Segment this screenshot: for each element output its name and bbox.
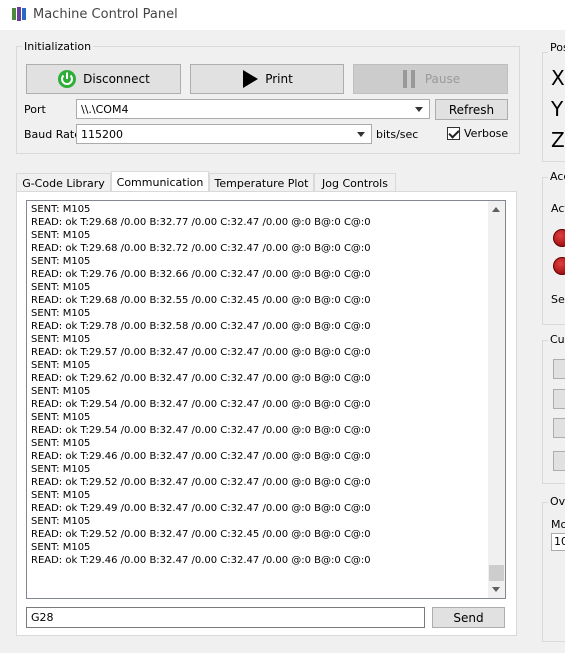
log-line: SENT: M105	[31, 360, 91, 371]
log-line: SENT: M105	[31, 204, 91, 215]
pause-label: Pause	[424, 72, 461, 86]
log-line: READ: ok T:29.52 /0.00 B:32.47 /0.00 C:3…	[31, 529, 371, 540]
command-input[interactable]: G28	[26, 607, 425, 628]
tab-gcode-library[interactable]: G-Code Library	[16, 173, 111, 192]
log-line: READ: ok T:29.57 /0.00 B:32.47 /0.00 C:3…	[31, 347, 371, 358]
accessories-title: Acc	[548, 170, 565, 183]
log-line: SENT: M105	[31, 386, 91, 397]
baud-rate-value: 115200	[81, 128, 123, 141]
log-line: READ: ok T:29.76 /0.00 B:32.66 /0.00 C:3…	[31, 269, 371, 280]
log-line: READ: ok T:29.62 /0.00 B:32.47 /0.00 C:3…	[31, 373, 371, 384]
custom-button-4[interactable]	[553, 451, 565, 471]
log-line: READ: ok T:29.46 /0.00 B:32.47 /0.00 C:3…	[31, 555, 371, 566]
log-line: SENT: M105	[31, 438, 91, 449]
axis-z-label: Z	[551, 128, 565, 152]
port-label: Port	[24, 103, 46, 116]
tab-communication[interactable]: Communication	[111, 171, 209, 193]
disconnect-label: Disconnect	[83, 72, 150, 86]
baud-rate-label: Baud Rate	[24, 128, 81, 141]
power-icon	[58, 70, 77, 88]
scroll-down-icon[interactable]	[488, 581, 505, 598]
print-button[interactable]: Print	[190, 64, 344, 94]
log-line: READ: ok T:29.68 /0.00 B:32.55 /0.00 C:3…	[31, 295, 371, 306]
port-value: \\.\COM4	[81, 103, 129, 116]
log-line: SENT: M105	[31, 256, 91, 267]
scroll-up-icon[interactable]	[488, 201, 505, 218]
log-line: READ: ok T:29.49 /0.00 B:32.47 /0.00 C:3…	[31, 503, 371, 514]
tab-label: Jog Controls	[322, 176, 388, 190]
log-line: SENT: M105	[31, 282, 91, 293]
mode-label: Mo	[551, 518, 565, 531]
override-title: Ove	[548, 495, 565, 508]
refresh-button[interactable]: Refresh	[435, 99, 508, 120]
indicator-1-icon	[553, 229, 565, 247]
pause-button[interactable]: Pause	[353, 64, 508, 94]
log-line: READ: ok T:29.54 /0.00 B:32.47 /0.00 C:3…	[31, 399, 371, 410]
active-label: Act	[551, 202, 565, 215]
baud-rate-select[interactable]: 115200	[76, 124, 372, 144]
position-title: Pos	[548, 41, 565, 54]
scroll-thumb[interactable]	[489, 565, 504, 581]
mode-input[interactable]: 10	[551, 533, 565, 551]
custom-button-3[interactable]	[553, 418, 565, 438]
axis-x-label: X	[551, 66, 565, 90]
port-select[interactable]: \\.\COM4	[76, 99, 430, 119]
log-line: READ: ok T:29.54 /0.00 B:32.47 /0.00 C:3…	[31, 425, 371, 436]
log-scrollbar[interactable]	[488, 201, 505, 598]
disconnect-button[interactable]: Disconnect	[26, 64, 181, 94]
mode-value: 10	[554, 535, 565, 548]
log-line: SENT: M105	[31, 542, 91, 553]
set-label: Set	[551, 293, 565, 306]
send-label: Send	[453, 610, 484, 625]
log-text: SENT: M105 READ: ok T:29.68 /0.00 B:32.77…	[31, 203, 486, 567]
log-line: SENT: M105	[31, 464, 91, 475]
custom-button-1[interactable]	[553, 359, 565, 379]
log-line: SENT: M105	[31, 334, 91, 345]
log-line: SENT: M105	[31, 490, 91, 501]
title-bar: Machine Control Panel	[0, 0, 565, 30]
log-line: READ: ok T:29.68 /0.00 B:32.72 /0.00 C:3…	[31, 243, 371, 254]
communication-log[interactable]: SENT: M105 READ: ok T:29.68 /0.00 B:32.77…	[26, 200, 506, 599]
custom-button-2[interactable]	[553, 389, 565, 409]
log-line: READ: ok T:29.78 /0.00 B:32.58 /0.00 C:3…	[31, 321, 371, 332]
verbose-label: Verbose	[464, 127, 509, 140]
log-line: SENT: M105	[31, 412, 91, 423]
baud-unit-label: bits/sec	[376, 128, 419, 141]
log-line: READ: ok T:29.52 /0.00 B:32.47 /0.00 C:3…	[31, 477, 371, 488]
log-line: READ: ok T:29.46 /0.00 B:32.47 /0.00 C:3…	[31, 451, 371, 462]
app-icon	[12, 7, 26, 21]
tab-jog-controls[interactable]: Jog Controls	[314, 173, 396, 192]
log-line: SENT: M105	[31, 308, 91, 319]
log-line: READ: ok T:29.68 /0.00 B:32.77 /0.00 C:3…	[31, 217, 371, 228]
tab-label: Temperature Plot	[214, 176, 309, 190]
verbose-checkbox[interactable]	[447, 127, 460, 140]
custom-title: Cus	[548, 333, 565, 346]
chevron-down-icon	[357, 132, 365, 137]
log-line: SENT: M105	[31, 516, 91, 527]
play-icon	[243, 70, 259, 88]
initialization-title: Initialization	[22, 40, 94, 53]
log-line: SENT: M105	[31, 230, 91, 241]
tab-label: G-Code Library	[22, 176, 105, 190]
indicator-2-icon	[553, 257, 565, 275]
tab-temperature-plot[interactable]: Temperature Plot	[209, 173, 314, 192]
command-value: G28	[31, 611, 54, 624]
send-button[interactable]: Send	[432, 607, 505, 628]
axis-y-label: Y	[551, 97, 564, 121]
window-title: Machine Control Panel	[33, 7, 178, 22]
pause-icon	[402, 70, 415, 88]
chevron-down-icon	[415, 107, 423, 112]
refresh-label: Refresh	[448, 102, 495, 117]
print-label: Print	[265, 72, 293, 86]
tab-label: Communication	[116, 176, 204, 189]
